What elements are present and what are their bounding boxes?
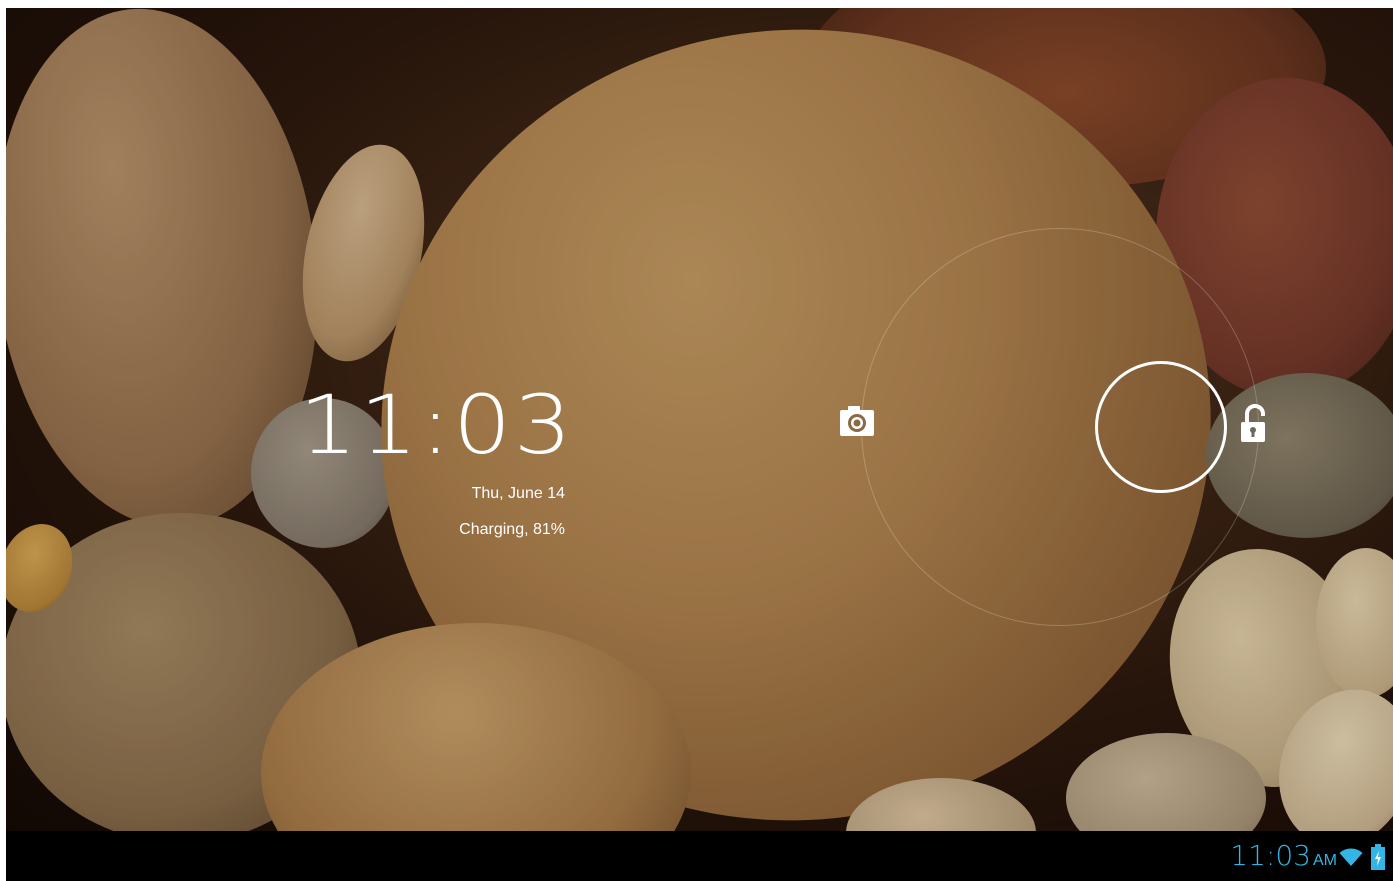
camera-icon [840, 406, 874, 436]
status-clock: 11:03 AM [1230, 841, 1337, 876]
system-bar: 11:03 AM [6, 831, 1393, 881]
unlock-icon [1241, 404, 1265, 442]
lockscreen-clock: 11:03 [298, 378, 574, 473]
camera-target[interactable] [834, 404, 880, 440]
lockscreen: 11:03 Thu, June 14 Charging, 81% 11:03 AM [6, 8, 1393, 881]
lockscreen-date: Thu, June 14 [471, 485, 565, 502]
unlock-target[interactable] [1238, 404, 1272, 446]
unlock-handle[interactable] [1095, 361, 1227, 493]
battery-charging-icon [1371, 844, 1385, 870]
status-time: 11:03 [1230, 839, 1311, 872]
charging-status: Charging, 81% [459, 521, 565, 538]
status-ampm: AM [1313, 852, 1337, 869]
wifi-icon [1339, 848, 1363, 866]
